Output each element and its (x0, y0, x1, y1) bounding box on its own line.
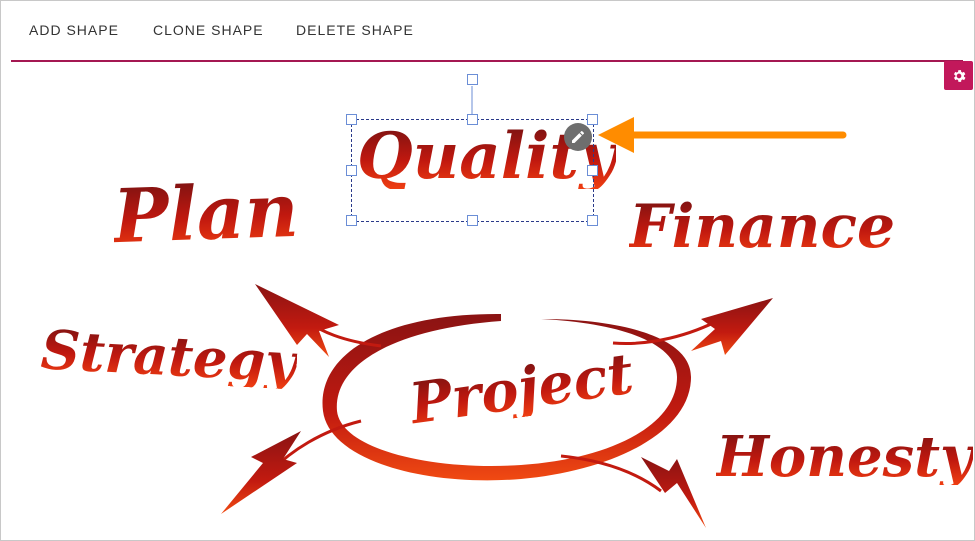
resize-handle-ml[interactable] (346, 165, 357, 176)
resize-handle-mr[interactable] (587, 165, 598, 176)
resize-handle-tr[interactable] (587, 114, 598, 125)
finance-text[interactable]: Finance (629, 197, 895, 257)
honesty-text[interactable]: Honesty (716, 429, 973, 485)
editor-frame: ADD SHAPE CLONE SHAPE DELETE SHAPE Plan … (0, 0, 975, 541)
resize-handle-tl[interactable] (346, 114, 357, 125)
resize-handle-bm[interactable] (467, 215, 478, 226)
rotate-handle[interactable] (467, 74, 478, 85)
clone-shape-button[interactable]: CLONE SHAPE (153, 20, 264, 40)
annotation-arrow (598, 117, 847, 153)
edit-button[interactable] (564, 123, 592, 151)
toolbar: ADD SHAPE CLONE SHAPE DELETE SHAPE (11, 1, 963, 62)
resize-handle-bl[interactable] (346, 215, 357, 226)
delete-shape-button[interactable]: DELETE SHAPE (296, 20, 414, 40)
resize-handle-tm[interactable] (467, 114, 478, 125)
plan-text[interactable]: Plan (112, 168, 300, 260)
resize-handle-br[interactable] (587, 215, 598, 226)
selection-box[interactable] (351, 119, 594, 222)
add-shape-button[interactable]: ADD SHAPE (29, 20, 119, 40)
arrow-to-finance (612, 298, 773, 355)
strategy-text[interactable]: Strategy (40, 317, 299, 394)
pencil-icon (572, 130, 584, 143)
